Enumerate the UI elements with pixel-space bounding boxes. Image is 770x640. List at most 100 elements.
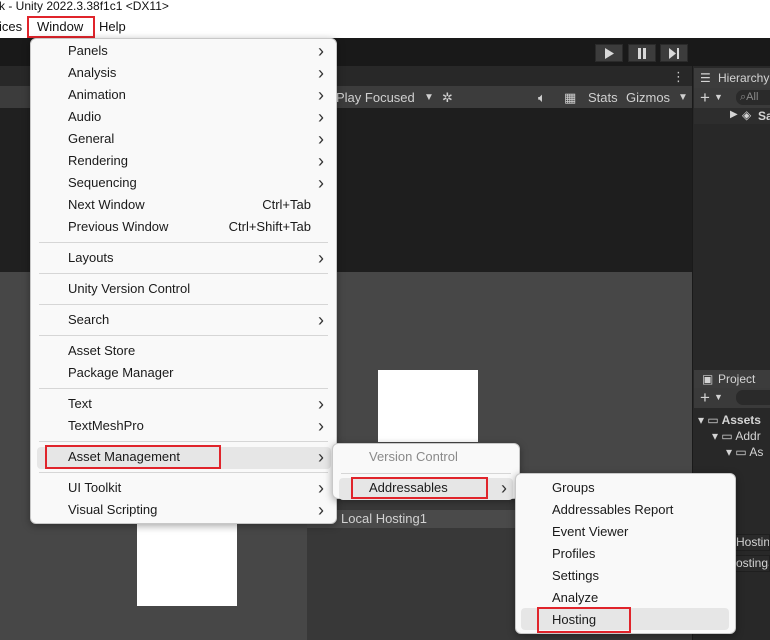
menu-item-groups[interactable]: Groups xyxy=(516,477,735,499)
step-icon xyxy=(669,47,679,59)
menu-window[interactable]: Window xyxy=(37,18,83,35)
menu-item-settings[interactable]: Settings xyxy=(516,565,735,587)
menu-item-search[interactable]: Search › xyxy=(31,309,336,331)
menu-item-label: Previous Window xyxy=(68,219,169,234)
menu-item-addressables-report[interactable]: Addressables Report xyxy=(516,499,735,521)
menu-item-visual-scripting[interactable]: Visual Scripting › xyxy=(31,499,336,521)
hierarchy-tab[interactable]: ☰ Hierarchy xyxy=(694,68,770,88)
menu-item-label: Groups xyxy=(552,480,595,495)
chevron-right-icon: › xyxy=(318,173,324,193)
play-focused-dropdown[interactable]: Play Focused xyxy=(336,89,415,106)
menu-item-analysis[interactable]: Analysis › xyxy=(31,62,336,84)
hierarchy-scene-row[interactable]: ▶ ◈ Sa xyxy=(694,108,770,124)
menu-item-label: Event Viewer xyxy=(552,524,629,539)
menu-item-shortcut: Ctrl+Shift+Tab xyxy=(228,219,311,234)
window-title: k - Unity 2022.3.38f1c1 <DX11> xyxy=(0,0,169,13)
menu-item-label: Audio xyxy=(68,109,102,124)
hosting-type-field[interactable]: ostingS xyxy=(735,555,770,572)
chevron-right-icon: › xyxy=(318,248,324,268)
pause-button[interactable] xyxy=(628,44,656,62)
stats-button[interactable]: Stats xyxy=(588,89,618,106)
menu-item-label: General xyxy=(68,131,115,146)
game-tab-more-icon[interactable]: ⋮ xyxy=(672,69,685,85)
step-button[interactable] xyxy=(660,44,688,62)
chevron-right-icon: › xyxy=(318,478,324,498)
menu-item-rendering[interactable]: Rendering › xyxy=(31,150,336,172)
chevron-right-icon: › xyxy=(318,447,324,467)
menu-item-addressables[interactable]: Addressables › xyxy=(333,477,519,499)
menu-bar: ices Window Help xyxy=(0,15,770,38)
menu-item-label: Addressables Report xyxy=(552,502,674,517)
add-icon[interactable]: + xyxy=(700,88,710,108)
hierarchy-toolbar: + ▼ ⌕All xyxy=(694,88,770,108)
project-tree-item[interactable]: ▾ ▭ As xyxy=(726,445,763,459)
chevron-right-icon: › xyxy=(318,41,324,61)
scene-tabstrip xyxy=(0,66,31,86)
hierarchy-icon: ☰ xyxy=(700,71,711,85)
menu-item-label: Asset Management xyxy=(68,449,181,464)
add-icon[interactable]: + xyxy=(700,388,710,408)
menu-services[interactable]: ices xyxy=(0,18,22,35)
expand-arrow-icon[interactable]: ▶ xyxy=(730,109,738,120)
menu-item-sequencing[interactable]: Sequencing › xyxy=(31,172,336,194)
gizmos-button[interactable]: Gizmos xyxy=(626,89,670,106)
menu-item-text[interactable]: Text › xyxy=(31,393,336,415)
project-tab[interactable]: ▣ Project xyxy=(694,370,770,388)
play-icon xyxy=(605,47,614,59)
keyboard-icon[interactable]: ▦ xyxy=(564,89,576,106)
project-tree-item[interactable]: ▾ ▭ Addr xyxy=(712,429,761,443)
project-toolbar: + ▼ xyxy=(694,388,770,408)
bug-icon[interactable]: ✲ xyxy=(442,89,453,106)
menu-item-next-window[interactable]: Next Window Ctrl+Tab xyxy=(31,194,336,216)
menu-item-audio[interactable]: Audio › xyxy=(31,106,336,128)
chevron-right-icon: › xyxy=(318,129,324,149)
audio-icon[interactable]: 🔈︎ xyxy=(538,89,546,106)
menu-item-label: Hosting xyxy=(552,612,597,627)
menu-item-label: Sequencing xyxy=(68,175,137,190)
project-tree-assets[interactable]: ▾ ▭ Assets xyxy=(698,413,761,427)
pause-icon xyxy=(638,47,646,59)
menu-item-label: Analysis xyxy=(68,65,117,80)
menu-separator xyxy=(39,388,328,389)
menu-item-general[interactable]: General › xyxy=(31,128,336,150)
menu-item-animation[interactable]: Animation › xyxy=(31,84,336,106)
menu-item-hosting[interactable]: Hosting xyxy=(516,609,735,631)
menu-item-package-manager[interactable]: Package Manager xyxy=(31,362,336,384)
scene-white-object xyxy=(137,520,237,606)
hosting-name-field[interactable]: Hostin xyxy=(735,534,770,551)
scene-toolbar xyxy=(0,86,30,108)
project-search-input[interactable] xyxy=(736,390,770,405)
menu-item-previous-window[interactable]: Previous Window Ctrl+Shift+Tab xyxy=(31,216,336,238)
menu-item-asset-store[interactable]: Asset Store xyxy=(31,340,336,362)
menu-item-version-control: Version Control xyxy=(333,446,519,468)
asset-management-menu: Version Control Addressables › xyxy=(332,443,520,500)
gizmos-dropdown-icon[interactable]: ▼ xyxy=(678,89,688,106)
menu-item-analyze[interactable]: Analyze xyxy=(516,587,735,609)
play-button[interactable] xyxy=(595,44,623,62)
menu-item-ui-toolkit[interactable]: UI Toolkit › xyxy=(31,477,336,499)
chevron-down-icon[interactable]: ▼ xyxy=(714,392,723,402)
menu-item-profiles[interactable]: Profiles xyxy=(516,543,735,565)
menu-item-label: UI Toolkit xyxy=(68,480,122,495)
menu-item-event-viewer[interactable]: Event Viewer xyxy=(516,521,735,543)
chevron-down-icon[interactable]: ▼ xyxy=(714,92,723,102)
menu-item-panels[interactable]: Panels › xyxy=(31,40,336,62)
menu-item-asset-management[interactable]: Asset Management › xyxy=(31,446,336,468)
scene-name: Sa xyxy=(758,109,770,123)
menu-item-label: Animation xyxy=(68,87,126,102)
menu-item-label: Version Control xyxy=(369,449,458,464)
hierarchy-search-placeholder: All xyxy=(746,91,759,103)
menu-item-label: Search xyxy=(68,312,110,327)
chevron-right-icon: › xyxy=(318,310,324,330)
menu-item-layouts[interactable]: Layouts › xyxy=(31,247,336,269)
menu-item-label: Visual Scripting xyxy=(68,502,158,517)
menu-help[interactable]: Help xyxy=(99,18,126,35)
menu-item-label: Analyze xyxy=(552,590,599,605)
menu-item-label: Package Manager xyxy=(68,365,174,380)
menu-item-unity-version-control[interactable]: Unity Version Control xyxy=(31,278,336,300)
scene-white-object xyxy=(378,370,478,442)
menu-item-textmeshpro[interactable]: TextMeshPro › xyxy=(31,415,336,437)
menu-item-label: Addressables xyxy=(369,480,448,495)
hierarchy-search-input[interactable]: ⌕All xyxy=(736,90,770,105)
tree-label: Assets xyxy=(721,413,761,427)
